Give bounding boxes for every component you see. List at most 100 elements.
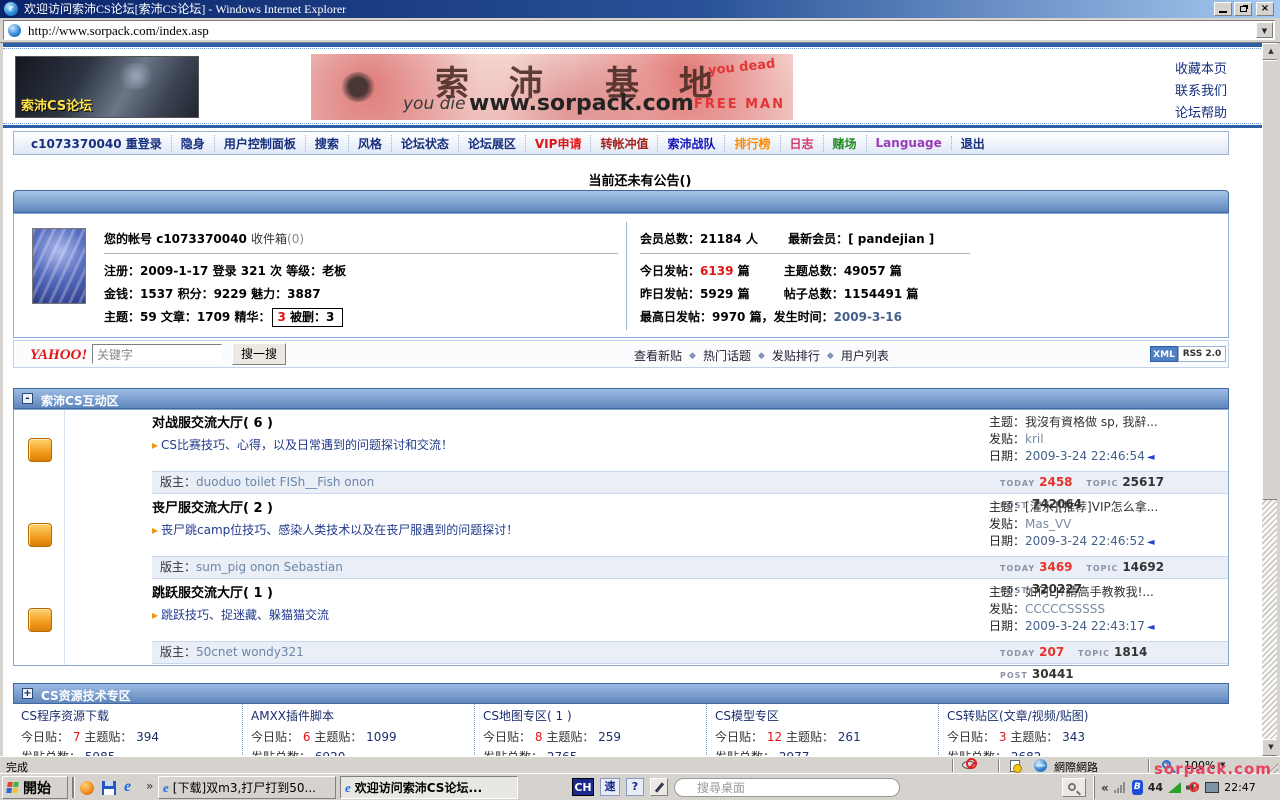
nav-style[interactable]: 风格 <box>349 135 392 152</box>
privacy-icon[interactable] <box>962 757 988 774</box>
subforum-cell: CS程序资源下载 今日贴： 7 主题贴： 394 发贴总数： 5985 <box>13 704 243 756</box>
link-new-posts[interactable]: 查看新贴 <box>634 347 682 364</box>
forum-title[interactable]: 跳跃服交流大厅( 1 ) <box>152 582 273 601</box>
page-warning-icon[interactable] <box>1010 760 1020 772</box>
nav-status[interactable]: 论坛状态 <box>392 135 459 152</box>
header-divider <box>3 125 1277 128</box>
watermark: sorpack.com <box>1154 760 1272 778</box>
tray-collapse-icon[interactable]: « <box>1101 781 1109 795</box>
inbox-link[interactable]: 收件箱 <box>251 232 287 246</box>
posts-total: 帖子总数：1154491 篇 <box>784 287 919 301</box>
nav-invisible[interactable]: 隐身 <box>172 135 215 152</box>
search-button[interactable]: 搜一搜 <box>232 343 286 365</box>
close-button[interactable]: × <box>1256 2 1274 16</box>
section-title[interactable]: CS资源技术专区 <box>41 687 131 704</box>
link-user-list[interactable]: 用户列表 <box>841 347 889 364</box>
account-label: 您的帐号 <box>104 232 152 246</box>
last-topic-link[interactable]: 我沒有資格做 sp, 我辭... <box>1025 415 1158 429</box>
restore-button[interactable] <box>1234 2 1252 16</box>
banner-image[interactable]: 索 沛 基 地 you dead you die www.sorpack.com… <box>311 54 793 120</box>
link-contact[interactable]: 联系我们 <box>1175 81 1227 103</box>
ie-icon: e <box>163 780 169 796</box>
xml-badge[interactable]: XML <box>1150 346 1178 362</box>
subforum-cell: AMXX插件脚本 今日贴： 6 主题贴： 1099 发贴总数： 6920 <box>243 704 475 756</box>
nav-user-cp[interactable]: 用户控制面板 <box>215 135 306 152</box>
link-bookmark[interactable]: 收藏本页 <box>1175 59 1227 81</box>
volume-muted-icon[interactable] <box>1186 781 1200 795</box>
nav-transfer[interactable]: 转帐冲值 <box>591 135 658 152</box>
ie-quicklaunch-icon[interactable]: e <box>124 778 131 796</box>
nav-language[interactable]: Language <box>867 136 952 150</box>
nav-casino[interactable]: 赌场 <box>824 135 867 152</box>
search-tool-button[interactable] <box>1062 778 1086 797</box>
last-poster-link[interactable]: CCCCCSSSSS <box>1025 602 1105 616</box>
subforum-link[interactable]: CS模型专区 <box>715 707 930 724</box>
forum-logo-image[interactable]: 索沛CS论坛 <box>15 56 199 118</box>
vertical-scrollbar[interactable]: ▲ ▼ <box>1262 43 1280 756</box>
moderators[interactable]: 50cnet wondy321 <box>196 645 304 659</box>
nav-search[interactable]: 搜索 <box>306 135 349 152</box>
internet-zone-icon <box>1034 759 1047 772</box>
nav-account[interactable]: c1073370040 重登录 <box>22 135 172 152</box>
last-poster-link[interactable]: Mas_VV <box>1025 517 1071 531</box>
forum-title[interactable]: 丧尸服交流大厅( 2 ) <box>152 497 273 516</box>
start-button[interactable]: 開始 <box>2 776 68 799</box>
forum-title[interactable]: 对战服交流大厅( 6 ) <box>152 412 273 431</box>
newest-member[interactable]: [ pandejian ] <box>848 232 934 246</box>
tray-clock[interactable]: 22:47 <box>1224 781 1256 794</box>
task-button-download[interactable]: e [下载]双m3,打尸打到50... <box>158 776 336 799</box>
forum-footer: 版主：sum_pig onon Sebastian TODAY3469 TOPI… <box>152 556 1228 579</box>
signal-bars-icon[interactable] <box>1114 782 1127 793</box>
task-button-forum-active[interactable]: e 欢迎访问索沛CS论坛... <box>340 776 518 799</box>
scrollbar-thumb[interactable] <box>1262 60 1280 500</box>
ime-language-indicator[interactable]: CH <box>572 778 594 796</box>
ime-handwriting-icon[interactable] <box>650 778 668 796</box>
nav-ranking[interactable]: 排行榜 <box>725 135 780 152</box>
minimize-button[interactable] <box>1214 2 1232 16</box>
goto-icon[interactable]: ◄ <box>1147 452 1155 463</box>
collapse-icon[interactable]: - <box>22 393 33 404</box>
tray-number[interactable]: 44 <box>1148 781 1163 794</box>
nav-logout[interactable]: 退出 <box>952 135 994 152</box>
link-hot-topics[interactable]: 热门话题 <box>703 347 751 364</box>
bluetooth-icon[interactable]: B <box>1132 780 1143 795</box>
more-icon[interactable]: » <box>146 779 153 793</box>
subforum-link[interactable]: CS程序资源下载 <box>21 707 234 724</box>
goto-icon[interactable]: ◄ <box>1147 537 1155 548</box>
banner-freeman: FREE MAN <box>694 97 785 112</box>
scroll-down-button[interactable]: ▼ <box>1262 739 1280 756</box>
quicklaunch-app-icon[interactable] <box>80 781 94 795</box>
section-title[interactable]: 索沛CS互动区 <box>41 392 119 409</box>
nav-blog[interactable]: 日志 <box>781 135 824 152</box>
expand-icon[interactable]: + <box>22 688 33 699</box>
subforum-link[interactable]: AMXX插件脚本 <box>251 707 466 724</box>
rss-badge[interactable]: RSS 2.0 <box>1178 346 1226 362</box>
forum-desc: ▸跳跃技巧、捉迷藏、躲猫猫交流 <box>152 606 329 623</box>
keyword-input[interactable] <box>92 344 222 364</box>
scroll-up-button[interactable]: ▲ <box>1262 43 1280 60</box>
address-dropdown-button[interactable]: ▼ <box>1256 22 1273 38</box>
wifi-icon[interactable] <box>1168 782 1181 793</box>
link-help[interactable]: 论坛帮助 <box>1175 103 1227 125</box>
last-topic-link[interactable]: [灌水][推荐]VIP怎么拿... <box>1025 500 1158 514</box>
goto-icon[interactable]: ◄ <box>1147 622 1155 633</box>
moderators[interactable]: duoduo toilet FISh__Fish onon <box>196 475 374 489</box>
last-poster-link[interactable]: kril <box>1025 432 1044 446</box>
moderators[interactable]: sum_pig onon Sebastian <box>196 560 343 574</box>
scrollbar-track[interactable] <box>1262 500 1280 739</box>
bullet-icon: ▸ <box>152 438 158 452</box>
ime-help-icon[interactable]: ? <box>626 778 644 796</box>
subforum-link[interactable]: CS转贴区(文章/视频/贴图) <box>947 707 1221 724</box>
nav-clan[interactable]: 索沛战队 <box>658 135 725 152</box>
save-icon[interactable] <box>102 781 116 795</box>
nav-vip[interactable]: VIP申请 <box>526 135 592 152</box>
last-topic-link[interactable]: 如何LJ?請高手教教我!... <box>1025 585 1154 599</box>
nav-showroom[interactable]: 论坛展区 <box>459 135 526 152</box>
link-post-ranking[interactable]: 发贴排行 <box>772 347 820 364</box>
divider <box>104 253 618 254</box>
ime-input-method-icon[interactable]: 速 <box>600 778 620 796</box>
display-icon[interactable] <box>1205 782 1219 793</box>
address-field[interactable]: http://www.sorpack.com/index.asp ▼ <box>3 20 1275 40</box>
desktop-search-input[interactable] <box>674 778 900 797</box>
subforum-link[interactable]: CS地图专区( 1 ) <box>483 707 698 724</box>
